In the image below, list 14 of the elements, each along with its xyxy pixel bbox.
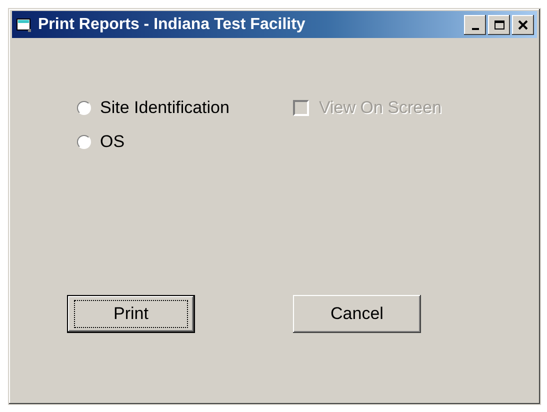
close-icon [518, 20, 528, 30]
minimize-button[interactable] [464, 14, 486, 34]
cancel-button[interactable]: Cancel [293, 295, 421, 333]
window-title: Print Reports - Indiana Test Facility [38, 16, 306, 34]
radio-label: Site Identification [100, 98, 230, 118]
close-button[interactable] [512, 14, 534, 34]
window-icon [16, 16, 32, 32]
radio-label: OS [100, 132, 125, 152]
radio-button[interactable] [77, 135, 91, 149]
radio-button[interactable] [77, 101, 91, 115]
maximize-button[interactable] [488, 14, 510, 34]
minimize-icon [472, 28, 478, 30]
print-button[interactable]: Print [67, 295, 195, 333]
maximize-icon [494, 20, 504, 30]
